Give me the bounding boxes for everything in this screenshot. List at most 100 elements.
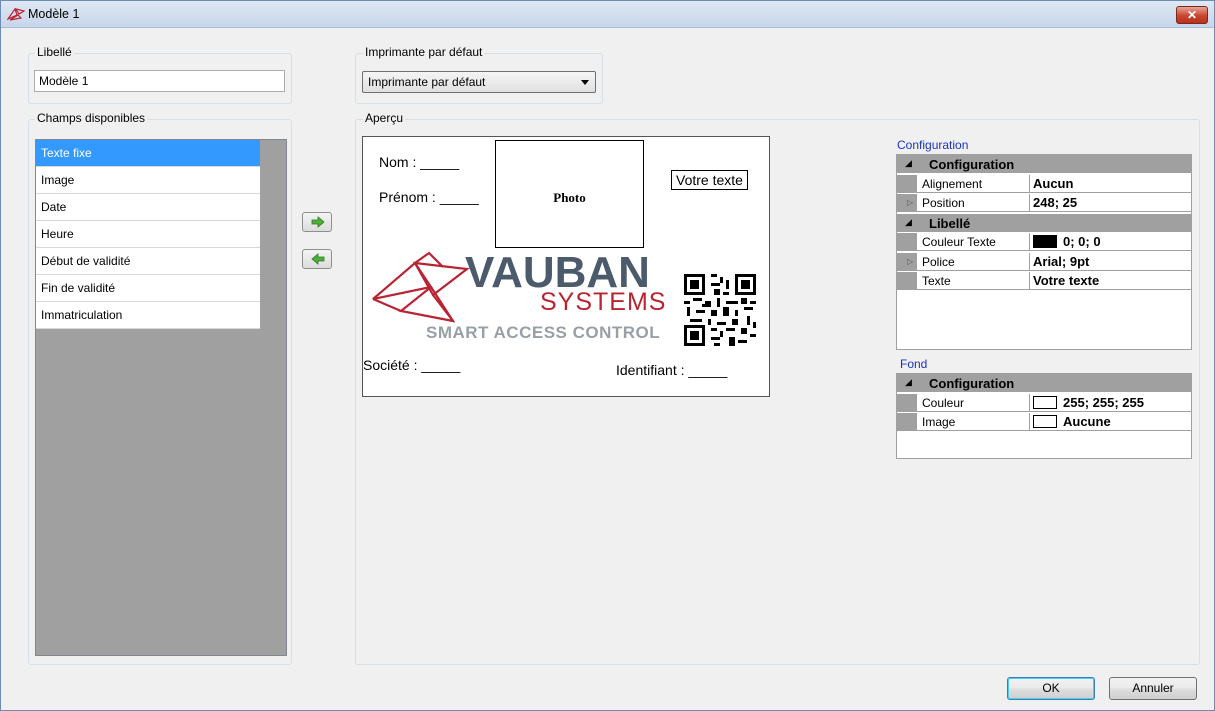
expand-triangle-icon[interactable]: ▷ <box>907 257 913 266</box>
societe-field[interactable]: Société : _____ <box>363 357 460 373</box>
printer-select-value: Imprimante par défaut <box>368 75 486 89</box>
property-divider <box>1029 233 1030 251</box>
field-list-item[interactable]: Fin de validité <box>36 275 260 302</box>
fields-group-label: Champs disponibles <box>35 111 148 125</box>
field-list-item[interactable]: Début de validité <box>36 248 260 275</box>
property-row-line <box>917 191 1191 193</box>
printer-select[interactable]: Imprimante par défaut <box>362 71 596 93</box>
property-name: Couleur Texte <box>922 235 996 249</box>
remove-field-button[interactable] <box>302 249 332 269</box>
logo-tagline: SMART ACCESS CONTROL <box>426 323 661 342</box>
color-swatch <box>1033 415 1057 428</box>
color-swatch <box>1033 395 1057 409</box>
field-list-item[interactable]: Texte fixe <box>36 140 260 167</box>
property-name: Texte <box>922 274 951 288</box>
fond-property-grid[interactable]: ◢ Configuration Couleur 255; 255; 255 Image A… <box>896 373 1192 459</box>
property-value[interactable]: Arial; 9pt <box>1033 254 1089 269</box>
configuration-section-label: Configuration <box>897 138 969 152</box>
property-gutter <box>897 413 917 431</box>
property-value-text: Aucun <box>1033 175 1074 191</box>
property-divider <box>1029 272 1030 290</box>
property-name: Alignement <box>922 176 983 191</box>
property-divider <box>1029 252 1030 271</box>
color-swatch <box>1033 235 1057 248</box>
property-value-text: 255; 255; 255 <box>1063 394 1144 410</box>
available-fields-list[interactable]: Texte fixe Image Date Heure Début de validit… <box>35 139 287 656</box>
property-gutter <box>897 233 917 251</box>
photo-label: Photo <box>553 190 586 205</box>
property-name: Police <box>922 254 955 269</box>
property-gutter <box>897 174 917 193</box>
votre-texte-field[interactable]: Votre texte <box>671 170 748 190</box>
field-list-item[interactable]: Immatriculation <box>36 302 260 329</box>
arrow-left-icon <box>311 253 325 265</box>
property-name: Couleur <box>922 395 965 410</box>
property-row[interactable]: ▷ Police Arial; 9pt <box>897 252 1191 271</box>
property-row-line <box>917 430 1191 431</box>
close-button[interactable]: ✕ <box>1176 6 1208 24</box>
field-list-item[interactable]: Heure <box>36 221 260 248</box>
photo-placeholder[interactable]: Photo <box>495 140 644 248</box>
property-value-text: Votre texte <box>1033 273 1100 288</box>
property-name: Image <box>922 415 956 429</box>
property-row[interactable]: Image Aucune <box>897 413 1191 431</box>
property-value[interactable]: 255; 255; 255 <box>1033 395 1144 410</box>
dialog-window: Modèle 1 ✕ Libellé Modèle 1 Imprimante p… <box>0 0 1215 711</box>
property-value[interactable]: Aucun <box>1033 176 1073 191</box>
property-row[interactable]: Alignement Aucun <box>897 174 1191 193</box>
logo-systems: SYSTEMS <box>540 288 667 316</box>
property-row-line <box>917 211 1191 212</box>
fond-section-label: Fond <box>900 357 928 371</box>
property-category-name: Libellé <box>929 215 971 231</box>
cancel-button[interactable]: Annuler <box>1109 677 1197 700</box>
property-gutter <box>897 393 917 412</box>
property-name: Position <box>922 196 965 210</box>
property-row-line <box>917 269 1191 271</box>
property-divider <box>1029 174 1030 193</box>
property-row[interactable]: Couleur 255; 255; 255 <box>897 393 1191 412</box>
field-list-item[interactable]: Image <box>36 167 260 194</box>
nom-field[interactable]: Nom : _____ <box>379 154 459 170</box>
property-category-row[interactable]: ◢ Libellé <box>897 213 1191 232</box>
property-value-text: Aucune <box>1063 414 1111 429</box>
property-category-row[interactable]: ◢ Configuration <box>897 374 1191 392</box>
libelle-group-label: Libellé <box>35 45 74 59</box>
property-row[interactable]: ▷ Position 248; 25 <box>897 194 1191 212</box>
window-title: Modèle 1 <box>28 7 80 21</box>
qr-code-icon[interactable] <box>684 274 756 346</box>
property-divider <box>1029 413 1030 431</box>
prenom-field[interactable]: Prénom : _____ <box>379 189 479 205</box>
property-category-row[interactable]: ◢ Configuration <box>897 155 1191 173</box>
collapse-triangle-icon[interactable]: ◢ <box>905 217 912 228</box>
title-bar[interactable]: Modèle 1 ✕ <box>1 1 1214 28</box>
property-divider <box>1029 194 1030 212</box>
badge-preview-card[interactable]: Nom : _____ Prénom : _____ Photo Votre t… <box>362 136 770 397</box>
arrow-right-icon <box>311 216 325 228</box>
property-category-name: Configuration <box>929 157 1015 172</box>
collapse-triangle-icon[interactable]: ◢ <box>905 158 912 169</box>
property-row-line <box>917 250 1191 251</box>
libelle-input[interactable]: Modèle 1 <box>34 70 285 92</box>
ok-button[interactable]: OK <box>1007 677 1095 700</box>
add-field-button[interactable] <box>302 212 332 232</box>
property-value-text: Arial; 9pt <box>1033 253 1090 269</box>
property-row[interactable]: Couleur Texte 0; 0; 0 <box>897 233 1191 251</box>
property-row[interactable]: Texte Votre texte <box>897 272 1191 290</box>
expand-triangle-icon[interactable]: ▷ <box>907 198 913 207</box>
printer-group-label: Imprimante par défaut <box>363 45 485 59</box>
property-row-line <box>917 410 1191 412</box>
property-gutter <box>897 272 917 290</box>
property-value[interactable]: Votre texte <box>1033 273 1099 288</box>
vauban-logo-icon <box>372 251 470 323</box>
identifiant-field[interactable]: Identifiant : _____ <box>616 362 727 378</box>
property-value[interactable]: Aucune <box>1033 414 1111 429</box>
property-value[interactable]: 248; 25 <box>1033 195 1077 210</box>
vauban-app-icon <box>7 7 25 21</box>
property-row-line <box>917 289 1191 290</box>
chevron-down-icon <box>581 80 589 85</box>
property-value[interactable]: 0; 0; 0 <box>1033 234 1101 249</box>
field-list-item[interactable]: Date <box>36 194 260 221</box>
collapse-triangle-icon[interactable]: ◢ <box>905 377 912 388</box>
property-category-name: Configuration <box>929 376 1015 391</box>
configuration-property-grid[interactable]: ◢ Configuration Alignement Aucun ▷ Position 24… <box>896 154 1192 350</box>
